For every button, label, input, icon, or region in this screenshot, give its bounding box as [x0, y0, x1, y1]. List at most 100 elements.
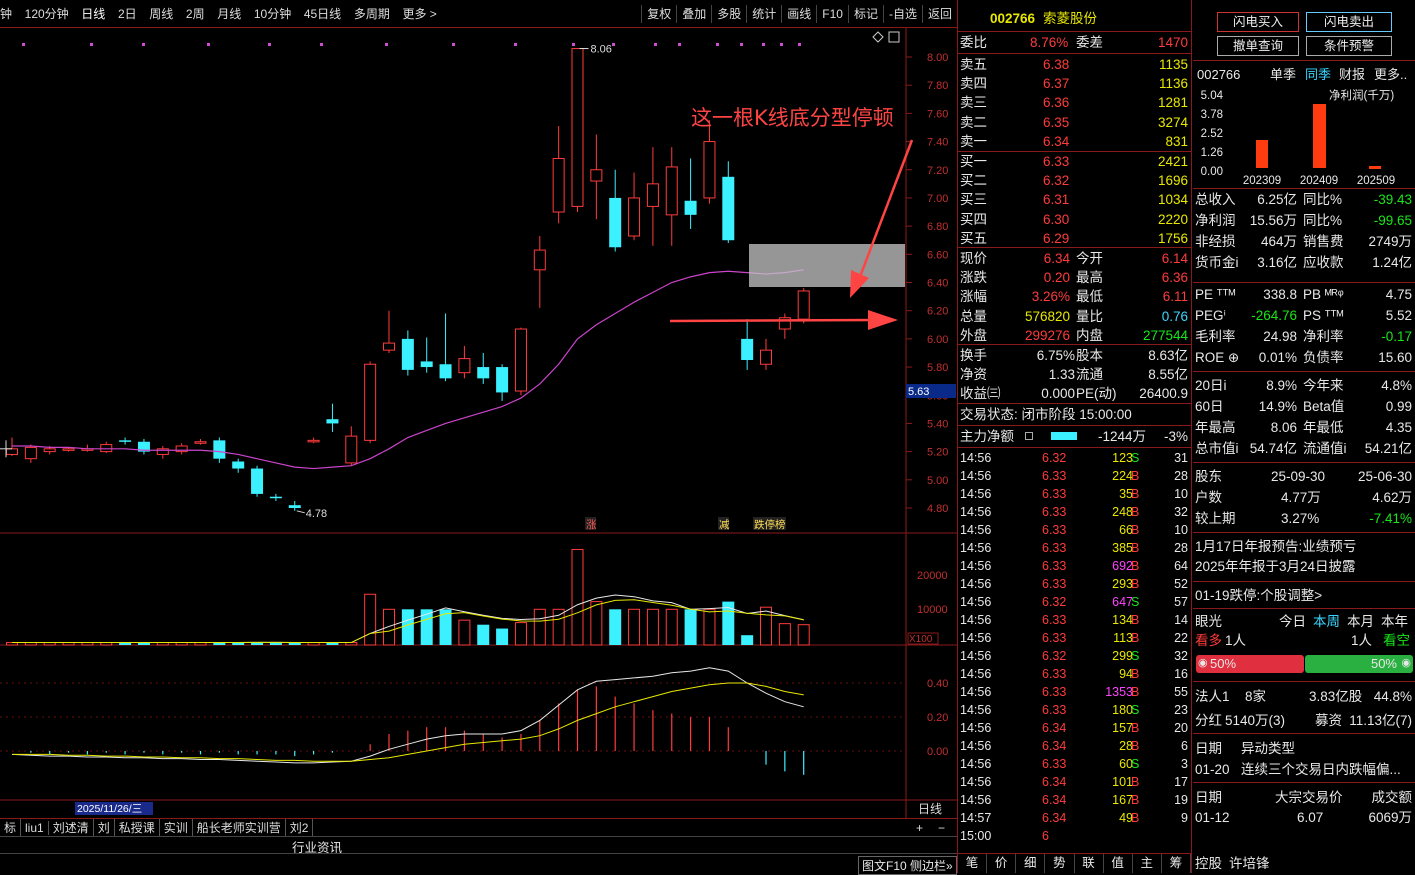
tab-liu2[interactable]: 刘2 [286, 819, 314, 836]
eye-tab-month[interactable]: 本月 [1347, 612, 1374, 631]
volume-bar [609, 609, 622, 645]
tab-liu1[interactable]: liu1 [21, 820, 49, 835]
period-tab-weekly[interactable]: 周线 [149, 7, 173, 21]
period-tab-monthly[interactable]: 月线 [217, 7, 241, 21]
period-tab-2day[interactable]: 2日 [118, 7, 137, 21]
trade-status: 交易状态: 闭市阶段 15:00:00 [960, 407, 1132, 422]
eye-tab-year[interactable]: 本年 [1381, 612, 1408, 631]
period-tab-more[interactable]: 更多 > [402, 7, 436, 21]
bid-level-row[interactable]: 买二 6.32 1696 [958, 171, 1191, 190]
price-tick-label: 6.80 [927, 221, 948, 233]
tick-row: 14:56 6.33 692 B 64 [960, 559, 1188, 573]
mid-bottom-tab[interactable]: 势 [1045, 854, 1075, 873]
multi-stock-button[interactable]: 多股 [711, 5, 746, 23]
remove-tab-icon[interactable]: − [934, 821, 949, 835]
volume-bar [477, 624, 490, 645]
stats-button[interactable]: 统计 [746, 5, 781, 23]
bull-icon: ◉ [1198, 657, 1208, 669]
mid-bottom-tab[interactable]: 细 [1016, 854, 1046, 873]
period-tab-45day[interactable]: 45日线 [304, 7, 341, 21]
bull-bar[interactable]: 50% ◉ [1196, 655, 1304, 673]
candle-body [43, 448, 56, 453]
kline-chart[interactable]: 8.00 7.80 7.60 7.40 7.20 7.00 6.80 6.60 6.40 6.20… [0, 28, 957, 818]
f10-sidebar-button[interactable]: 图文F10 侧边栏» [858, 856, 957, 875]
remove-watchlist-button[interactable]: -自选 [882, 5, 922, 23]
eye-tab-week[interactable]: 本周 [1313, 612, 1340, 631]
mid-bottom-tab[interactable]: 值 [1104, 854, 1133, 873]
svg-text:202309: 202309 [1243, 175, 1281, 187]
volume-bar [797, 624, 810, 646]
bid-level-row[interactable]: 买一 6.33 2421 [958, 152, 1191, 171]
industry-news-bar[interactable]: 行业资讯 [0, 836, 957, 855]
stock-name: 索菱股份 [1043, 11, 1097, 26]
tab-liu[interactable]: 刘 [94, 819, 115, 836]
tick-row: 14:56 6.33 248 B 32 [960, 505, 1188, 519]
tab-captain-class[interactable]: 船长老师实训营 [193, 819, 286, 836]
period-tab-120min[interactable]: 120分钟 [25, 7, 69, 21]
tick-row: 14:56 6.33 180 S 23 [960, 703, 1188, 717]
candle-body [797, 290, 810, 320]
volume-bar [684, 609, 697, 645]
notice-3[interactable]: 01-19跌停:个股调整> [1193, 586, 1415, 605]
fin-code: 002766 [1197, 67, 1241, 82]
window-icon [888, 31, 900, 43]
bid-level-row[interactable]: 买四 6.30 2220 [958, 210, 1191, 229]
tab-same-quarter[interactable]: 同季 [1305, 65, 1331, 84]
block-trade-head: 日期 大宗交易价 成交额 [1195, 790, 1412, 805]
price-tick-label: 8.00 [927, 52, 948, 64]
period-tab-daily[interactable]: 日线 [81, 7, 105, 21]
cancel-query-button[interactable]: 撤单查询 [1217, 36, 1299, 56]
flash-buy-button[interactable]: 闪电买入 [1217, 12, 1299, 32]
bid-level-row[interactable]: 买三 6.31 1034 [958, 190, 1191, 209]
mid-bottom-tab[interactable]: 主 [1133, 854, 1162, 873]
tab-more[interactable]: 更多.. [1374, 65, 1407, 84]
period-tab-10min[interactable]: 10分钟 [254, 7, 291, 21]
tab-private-class[interactable]: 私授课 [115, 819, 160, 836]
mid-bottom-tab[interactable]: 笔 [958, 854, 988, 873]
stock-header: 002766 索菱股份 [958, 9, 1191, 28]
ask-level-row[interactable]: 卖五 6.38 1135 [958, 55, 1191, 74]
ask-level-row[interactable]: 卖四 6.37 1136 [958, 74, 1191, 93]
flash-sell-button[interactable]: 闪电卖出 [1306, 12, 1392, 32]
tick-row: 14:56 6.33 385 B 28 [960, 541, 1188, 555]
f10-button[interactable]: F10 [816, 5, 848, 23]
ask-level-row[interactable]: 卖三 6.36 1281 [958, 93, 1191, 112]
yidong-row[interactable]: 01-20 连续三个交易日内跌幅偏... [1193, 760, 1415, 779]
notice-1[interactable]: 1月17日年报预告:业绩预亏 [1193, 537, 1415, 556]
notice-2[interactable]: 2025年年报于3月24日披露 [1193, 557, 1415, 576]
mid-bottom-tab[interactable]: 联 [1075, 854, 1104, 873]
tab-practice[interactable]: 实训 [160, 819, 193, 836]
volume-tick-label: 10000 [917, 604, 948, 616]
mid-bottom-tab[interactable]: 筹 [1162, 854, 1191, 873]
price-tick-label: 5.40 [927, 418, 948, 430]
stat2-row: 净资 1.33 流通 8.55亿 [960, 367, 1188, 383]
period-tab-multi[interactable]: 多周期 [354, 7, 390, 21]
arrow-line [669, 318, 876, 323]
period-tab-minute[interactable]: 钟 [0, 7, 12, 21]
overlay-button[interactable]: 叠加 [676, 5, 711, 23]
tick-row: 14:56 6.33 94 B 16 [960, 667, 1188, 681]
fuquan-button[interactable]: 复权 [641, 5, 676, 23]
main-flow-row: 主力净额 -1244万 -3% [960, 429, 1188, 444]
valuation-row: ROE ⊕ 0.01% 负债率 15.60 [1195, 350, 1412, 365]
tab-financial[interactable]: 财报 [1339, 65, 1365, 84]
tab-indicator[interactable]: 标 [0, 819, 22, 836]
tab-liushuqing[interactable]: 刘述清 [49, 819, 94, 836]
mid-bottom-tab[interactable]: 价 [987, 854, 1017, 873]
draw-line-button[interactable]: 画线 [781, 5, 816, 23]
mark-button[interactable]: 标记 [847, 5, 883, 23]
ask-level-row[interactable]: 卖二 6.35 3274 [958, 113, 1191, 132]
candle-body [383, 342, 395, 351]
tab-single-quarter[interactable]: 单季 [1270, 65, 1296, 84]
tick-row: 14:56 6.33 35 B 10 [960, 487, 1188, 501]
condition-alert-button[interactable]: 条件预警 [1306, 36, 1392, 56]
back-button[interactable]: 返回 [921, 5, 957, 23]
bid-level-row[interactable]: 买五 6.29 1756 [958, 229, 1191, 248]
fin-row: 货币金i 3.16亿 应收款 1.24亿 [1195, 255, 1412, 270]
add-tab-icon[interactable]: + [912, 821, 927, 835]
ask-level-row[interactable]: 卖一 6.34 831 [958, 132, 1191, 151]
period-tab-2week[interactable]: 2周 [186, 7, 205, 21]
stat2-row: 换手 6.75% 股本 8.63亿 [960, 348, 1188, 363]
bear-bar[interactable]: 50% ◉ [1305, 655, 1413, 673]
eye-tab-today[interactable]: 今日 [1279, 612, 1306, 631]
